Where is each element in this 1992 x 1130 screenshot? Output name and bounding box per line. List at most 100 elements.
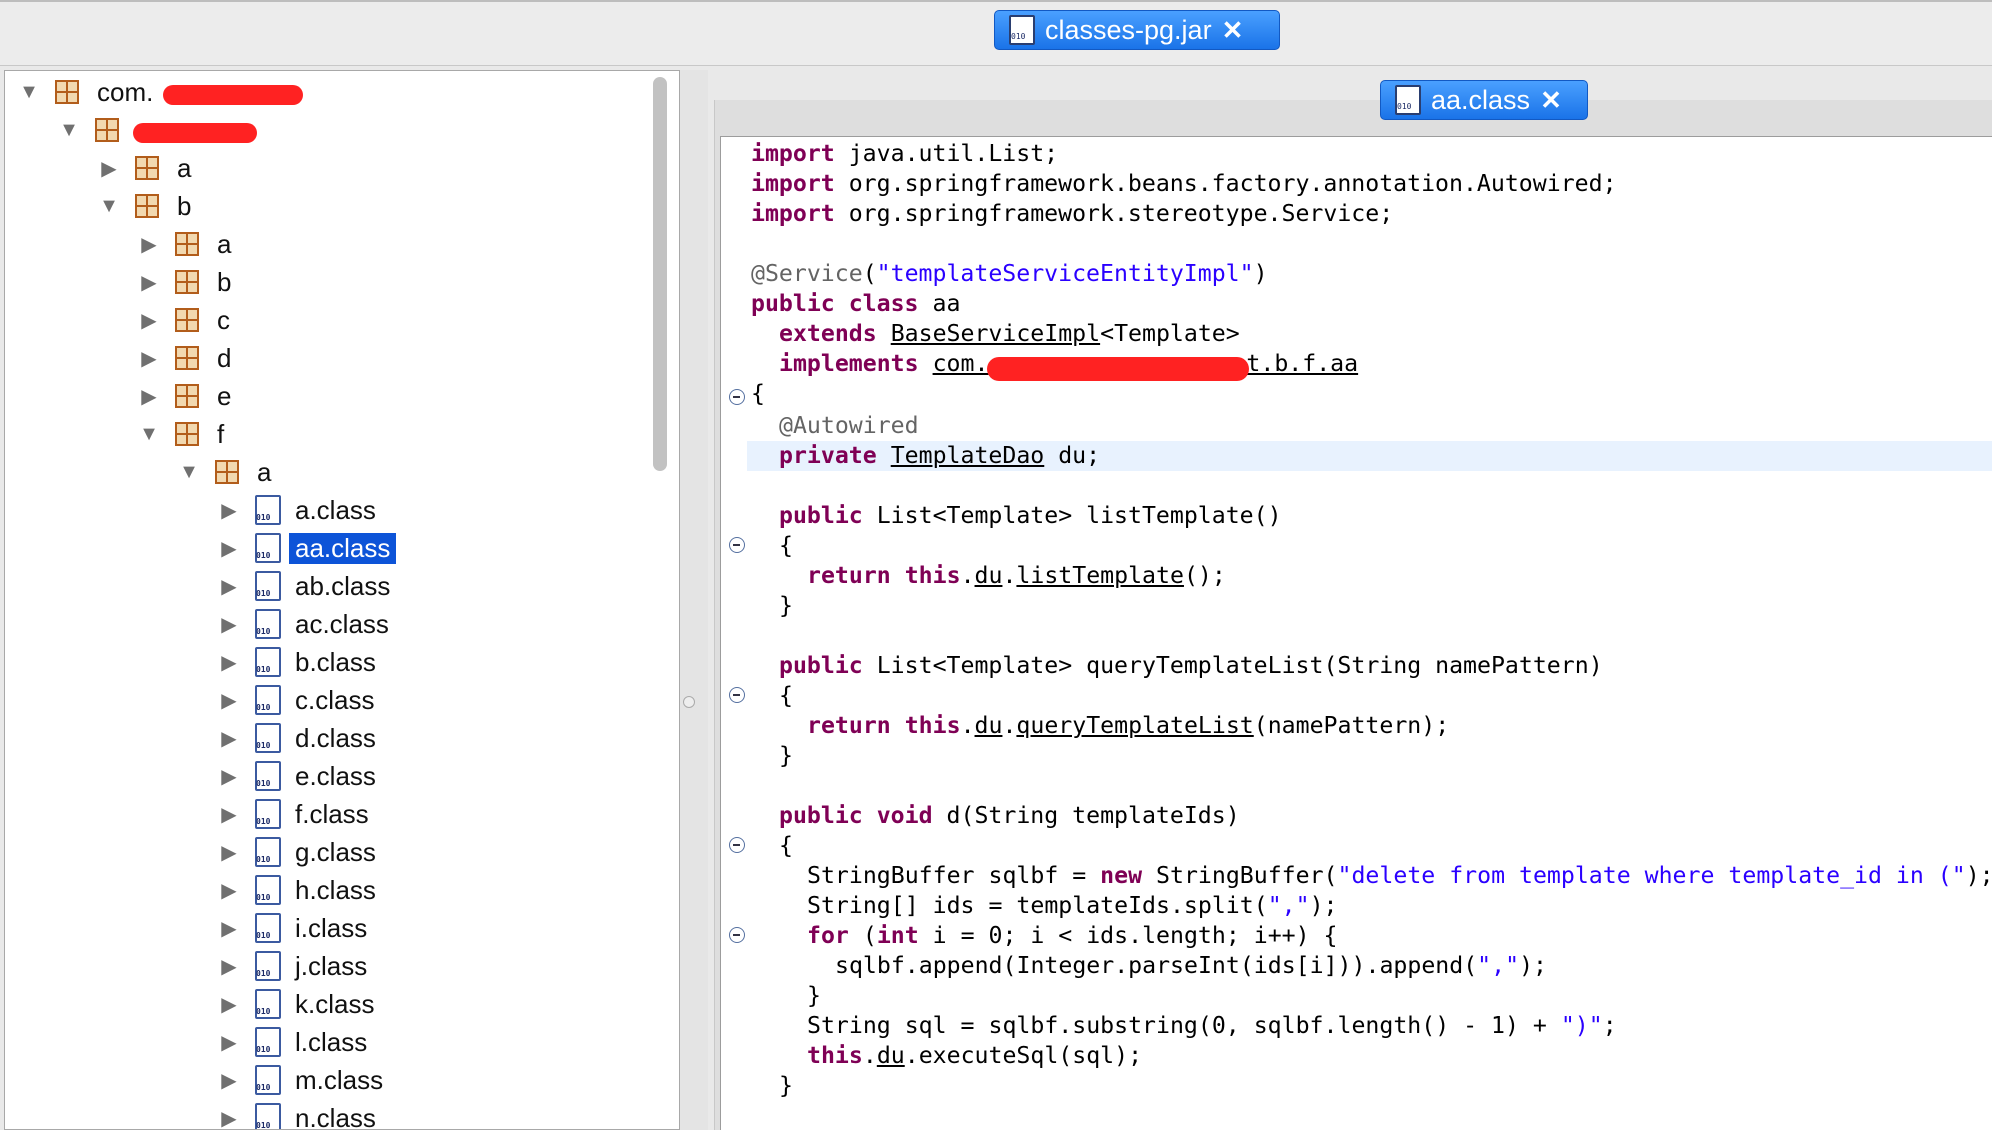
- jar-tab[interactable]: 010 classes-pg.jar ✕: [994, 10, 1280, 50]
- class-tab[interactable]: 010 aa.class ✕: [1380, 80, 1588, 120]
- close-icon[interactable]: ✕: [1540, 85, 1562, 116]
- tree-node-label: c.class: [289, 685, 380, 716]
- expand-arrow-icon[interactable]: ▼: [17, 81, 41, 104]
- tree-node-class[interactable]: ▶010ac.class: [217, 607, 395, 641]
- tree-node-class[interactable]: ▶010d.class: [217, 721, 382, 755]
- type-link-baseserviceimpl[interactable]: BaseServiceImpl: [891, 320, 1100, 347]
- tree-node-class[interactable]: ▶010b.class: [217, 645, 382, 679]
- pane-splitter[interactable]: [680, 70, 708, 1130]
- collapsed-arrow-icon[interactable]: ▶: [217, 840, 241, 865]
- collapsed-arrow-icon[interactable]: ▶: [217, 1068, 241, 1093]
- collapsed-arrow-icon[interactable]: ▶: [217, 612, 241, 637]
- collapsed-arrow-icon[interactable]: ▶: [217, 688, 241, 713]
- fold-toggle-icon[interactable]: [729, 927, 745, 943]
- collapsed-arrow-icon[interactable]: ▶: [217, 1106, 241, 1130]
- collapsed-arrow-icon[interactable]: ▶: [217, 992, 241, 1017]
- expand-arrow-icon[interactable]: ▼: [177, 461, 201, 484]
- splitter-handle[interactable]: [683, 696, 695, 708]
- field-link-du[interactable]: du: [975, 712, 1003, 739]
- expand-arrow-icon[interactable]: ▼: [97, 195, 121, 218]
- tree-node-label: f: [211, 419, 230, 450]
- collapsed-arrow-icon[interactable]: ▶: [217, 536, 241, 561]
- fold-toggle-icon[interactable]: [729, 389, 745, 405]
- tree-node-class[interactable]: ▶010h.class: [217, 873, 382, 907]
- close-icon[interactable]: ✕: [1222, 15, 1244, 46]
- tree-node-class[interactable]: ▶ 010 c.class: [217, 683, 380, 717]
- expand-arrow-icon[interactable]: ▼: [57, 119, 81, 142]
- tree-node-b-d[interactable]: ▶ d: [137, 341, 237, 375]
- class-file-icon: 010: [255, 685, 281, 715]
- collapsed-arrow-icon[interactable]: ▶: [217, 574, 241, 599]
- class-file-icon: 010: [255, 1065, 281, 1095]
- tree-node-label: a: [251, 457, 277, 488]
- method-link-listtemplate[interactable]: listTemplate: [1016, 562, 1184, 589]
- tree-node-class[interactable]: ▶010a.class: [217, 493, 382, 527]
- collapsed-arrow-icon[interactable]: ▶: [217, 726, 241, 751]
- code-editor[interactable]: import java.util.List; import org.spring…: [720, 136, 1992, 1130]
- class-file-icon: 010: [255, 533, 281, 563]
- tree-node-pkg-b[interactable]: ▼ b: [97, 189, 197, 223]
- fold-toggle-icon[interactable]: [729, 537, 745, 553]
- tree-node-class[interactable]: ▶010aa.class: [217, 531, 396, 565]
- tree-node-class[interactable]: ▶010ab.class: [217, 569, 396, 603]
- package-tree[interactable]: ▼ com. ▼ ▶ a ▼ b ▶ a ▶ b ▶ c ▶ d ▶: [4, 70, 680, 1130]
- tree-node-class[interactable]: ▶010i.class: [217, 911, 373, 945]
- code-line-class-decl: public class aa: [751, 289, 960, 319]
- tree-node-b-a[interactable]: ▶ a: [137, 227, 237, 261]
- tree-node-root[interactable]: ▼ com.: [17, 75, 159, 109]
- tree-node-class[interactable]: ▶010g.class: [217, 835, 382, 869]
- collapsed-arrow-icon[interactable]: ▶: [217, 954, 241, 979]
- code-line-append: sqlbf.append(Integer.parseInt(ids[i])).a…: [835, 951, 1547, 981]
- type-link-templatedao[interactable]: TemplateDao: [891, 442, 1045, 469]
- class-file-icon: 010: [255, 951, 281, 981]
- collapsed-arrow-icon[interactable]: ▶: [217, 764, 241, 789]
- collapsed-arrow-icon[interactable]: ▶: [137, 232, 161, 257]
- collapsed-arrow-icon[interactable]: ▶: [137, 270, 161, 295]
- tree-node-class[interactable]: ▶010l.class: [217, 1025, 373, 1059]
- tree-node-redacted-package[interactable]: ▼: [57, 113, 131, 147]
- tree-node-class[interactable]: ▶010e.class: [217, 759, 382, 793]
- collapsed-arrow-icon[interactable]: ▶: [217, 1030, 241, 1055]
- tree-node-f-a[interactable]: ▼ a: [177, 455, 277, 489]
- field-link-du[interactable]: du: [877, 1042, 905, 1069]
- collapsed-arrow-icon[interactable]: ▶: [137, 384, 161, 409]
- collapsed-arrow-icon[interactable]: ▶: [137, 346, 161, 371]
- tree-node-b-e[interactable]: ▶ e: [137, 379, 237, 413]
- tree-node-class[interactable]: ▶ 010 f.class: [217, 797, 375, 831]
- tree-node-class[interactable]: ▶010n.class: [217, 1101, 382, 1130]
- collapsed-arrow-icon[interactable]: ▶: [137, 308, 161, 333]
- tree-node-class[interactable]: ▶010m.class: [217, 1063, 389, 1097]
- fold-toggle-icon[interactable]: [729, 837, 745, 853]
- tree-node-class[interactable]: ▶010k.class: [217, 987, 380, 1021]
- expand-arrow-icon[interactable]: ▼: [137, 423, 161, 446]
- code-line-field: private TemplateDao du;: [779, 441, 1100, 471]
- class-file-icon: 010: [255, 799, 281, 829]
- tree-node-pkg-a[interactable]: ▶ a: [97, 151, 197, 185]
- tree-node-class[interactable]: ▶010j.class: [217, 949, 373, 983]
- code-line-execute: this.du.executeSql(sql);: [807, 1041, 1142, 1071]
- collapsed-arrow-icon[interactable]: ▶: [97, 156, 121, 181]
- collapsed-arrow-icon[interactable]: ▶: [217, 498, 241, 523]
- code-line-for: for (int i = 0; i < ids.length; i++) {: [807, 921, 1338, 951]
- class-file-icon: 010: [1395, 85, 1421, 115]
- redaction-mark: [987, 357, 1249, 381]
- code-line-brace: }: [779, 1071, 793, 1101]
- collapsed-arrow-icon[interactable]: ▶: [217, 650, 241, 675]
- tree-node-label: c: [211, 305, 236, 336]
- class-file-icon: 010: [255, 1027, 281, 1057]
- tree-node-b-c[interactable]: ▶ c: [137, 303, 236, 337]
- code-line-brace: {: [779, 831, 793, 861]
- tree-node-label: f.class: [289, 799, 375, 830]
- fold-toggle-icon[interactable]: [729, 687, 745, 703]
- collapsed-arrow-icon[interactable]: ▶: [217, 916, 241, 941]
- tree-node-b-f[interactable]: ▼ f: [137, 417, 230, 451]
- collapsed-arrow-icon[interactable]: ▶: [217, 878, 241, 903]
- tree-scrollbar[interactable]: [653, 77, 667, 471]
- package-icon: [175, 232, 199, 256]
- package-icon: [135, 194, 159, 218]
- class-file-icon: 010: [255, 837, 281, 867]
- tree-node-b-b[interactable]: ▶ b: [137, 265, 237, 299]
- collapsed-arrow-icon[interactable]: ▶: [217, 802, 241, 827]
- method-link-querytemplatelist[interactable]: queryTemplateList: [1016, 712, 1253, 739]
- field-link-du[interactable]: du: [975, 562, 1003, 589]
